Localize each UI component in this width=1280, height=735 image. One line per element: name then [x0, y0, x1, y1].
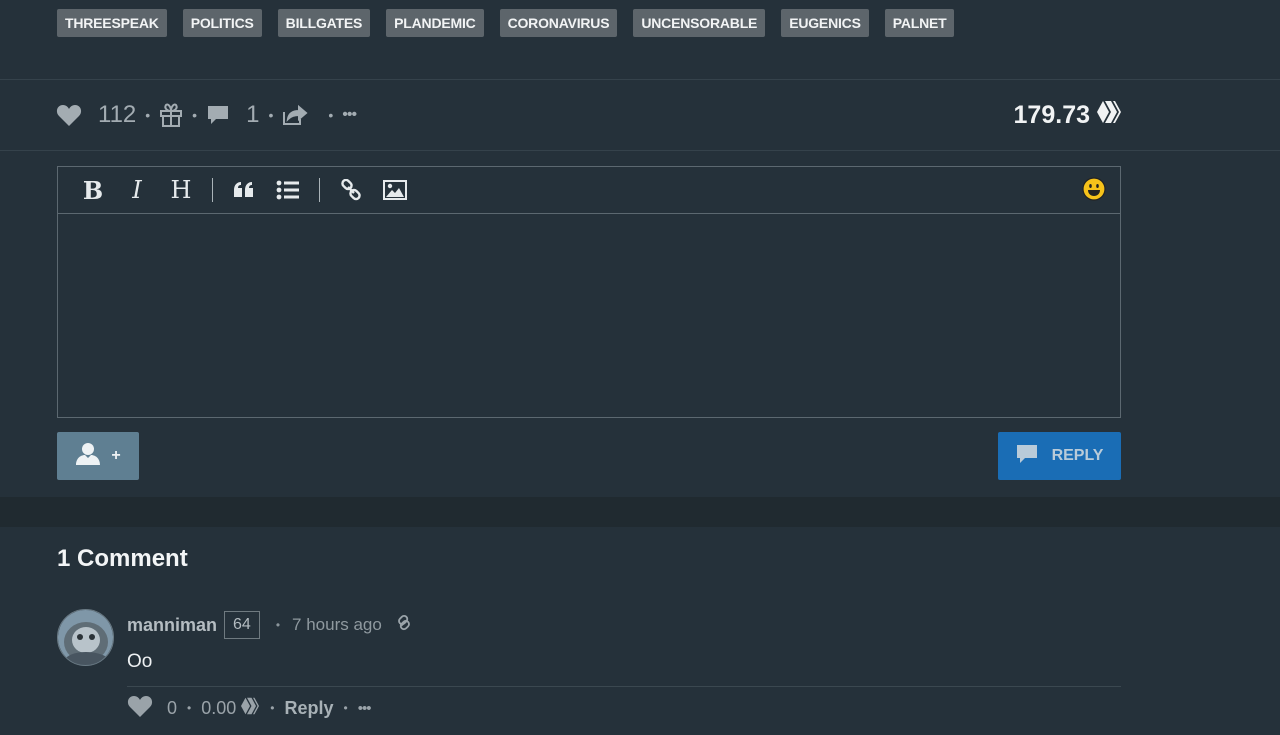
comment-header: manniman 64 • 7 hours ago	[127, 611, 414, 639]
separator-dot: •	[343, 701, 348, 715]
beneficiary-plus: +	[111, 447, 121, 464]
permalink-icon[interactable]	[394, 613, 414, 638]
comment-actions: 0 • 0.00 • Reply • •••	[127, 694, 372, 723]
comment-icon	[1016, 444, 1038, 469]
separator-dot: •	[145, 107, 151, 123]
comment-icon[interactable]	[206, 104, 230, 126]
comment-editor: B I H	[57, 166, 1121, 418]
quote-icon[interactable]	[229, 175, 259, 205]
user-icon	[75, 442, 101, 471]
share-icon[interactable]	[282, 104, 308, 126]
image-icon[interactable]	[380, 175, 410, 205]
hive-icon	[240, 697, 260, 720]
avatar[interactable]	[57, 609, 114, 666]
italic-button[interactable]: I	[122, 175, 152, 205]
gift-icon[interactable]	[159, 102, 183, 128]
tag-eugenics[interactable]: EUGENICS	[781, 9, 869, 37]
tag-politics[interactable]: POLITICS	[182, 9, 262, 37]
separator-dot: •	[328, 107, 334, 123]
comment-payout[interactable]: 0.00	[201, 698, 236, 719]
post-actions-bar: 112 • • 1 • • •••	[56, 98, 357, 132]
separator-dot: •	[275, 618, 281, 632]
comment-vote-count[interactable]: 0	[167, 698, 177, 719]
comment-reply-link[interactable]: Reply	[284, 698, 333, 719]
divider	[0, 79, 1280, 80]
separator-dot: •	[187, 701, 192, 715]
reply-label: REPLY	[1051, 447, 1104, 464]
tag-plandemic[interactable]: PLANDEMIC	[386, 9, 484, 37]
hive-icon	[1096, 100, 1122, 131]
comment-time[interactable]: 7 hours ago	[292, 615, 382, 635]
add-beneficiary-button[interactable]: +	[57, 432, 139, 480]
section-divider-band	[0, 497, 1280, 527]
comment-count[interactable]: 1	[246, 101, 259, 129]
divider	[0, 150, 1280, 151]
comment-body: Oo	[127, 651, 153, 672]
more-icon[interactable]: •••	[342, 106, 357, 124]
tag-coronavirus[interactable]: CORONAVIRUS	[499, 9, 618, 37]
link-icon[interactable]	[336, 175, 366, 205]
comment-textarea[interactable]	[58, 214, 1120, 417]
payout-value: 179.73	[1013, 100, 1090, 129]
post-payout[interactable]: 179.73	[1014, 98, 1122, 132]
heart-icon[interactable]	[127, 694, 153, 723]
separator-dot: •	[268, 107, 274, 123]
comment-divider	[127, 686, 1121, 687]
list-icon[interactable]	[273, 175, 303, 205]
emoji-icon[interactable]	[1082, 177, 1106, 201]
separator-dot: •	[192, 107, 198, 123]
more-icon[interactable]: •••	[358, 700, 372, 717]
reputation-badge: 64	[224, 611, 260, 639]
tag-palnet[interactable]: PALNET	[884, 9, 955, 37]
editor-toolbar: B I H	[58, 167, 1120, 214]
tag-uncensorable[interactable]: UNCENSORABLE	[633, 9, 766, 37]
tag-list: THREESPEAK POLITICS BILLGATES PLANDEMIC …	[57, 9, 955, 37]
comment-author[interactable]: manniman	[127, 615, 217, 636]
tag-threespeak[interactable]: THREESPEAK	[57, 9, 167, 37]
tag-billgates[interactable]: BILLGATES	[277, 9, 371, 37]
toolbar-separator	[212, 178, 213, 202]
heart-icon[interactable]	[56, 103, 82, 127]
reply-button[interactable]: REPLY	[998, 432, 1121, 480]
vote-count[interactable]: 112	[98, 101, 136, 129]
comments-title: 1 Comment	[57, 545, 188, 572]
heading-button[interactable]: H	[166, 175, 196, 205]
separator-dot: •	[270, 701, 275, 715]
toolbar-separator	[319, 178, 320, 202]
bold-button[interactable]: B	[78, 175, 108, 205]
